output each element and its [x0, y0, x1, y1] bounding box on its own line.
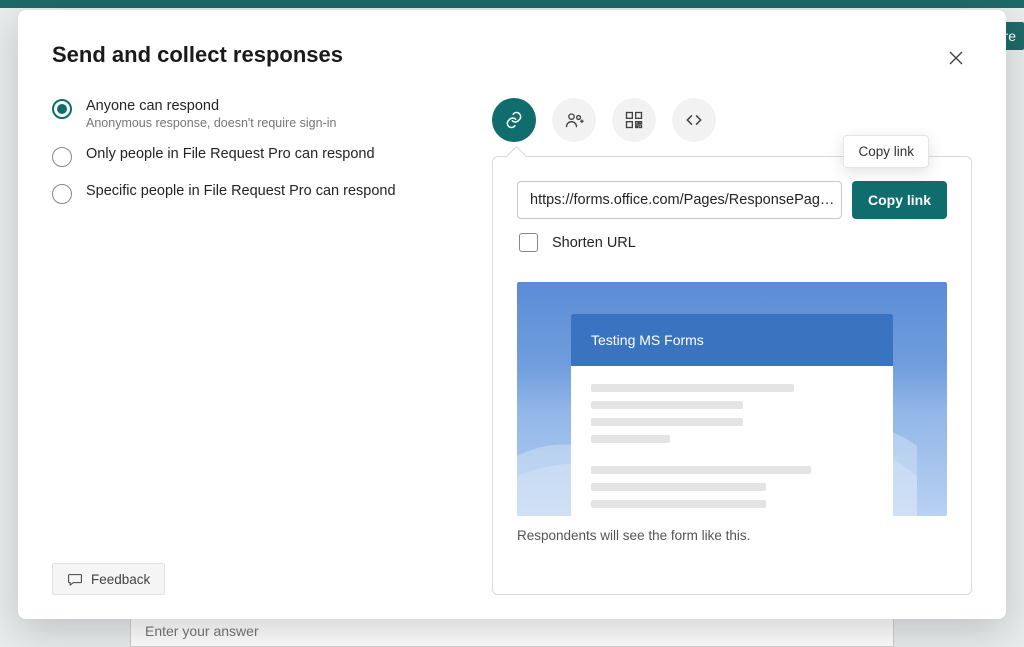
close-button[interactable]: [940, 42, 972, 74]
invite-icon: [564, 110, 584, 130]
audience-option-org[interactable]: Only people in File Request Pro can resp…: [52, 146, 452, 167]
audience-option-label: Only people in File Request Pro can resp…: [86, 146, 375, 162]
form-preview-card: Testing MS Forms: [571, 314, 893, 516]
embed-icon: [684, 110, 704, 130]
feedback-button[interactable]: Feedback: [52, 563, 165, 595]
share-link-panel: Copy link https://forms.office.com/Pages…: [492, 156, 972, 595]
chat-bubble-icon: [67, 571, 83, 587]
skeleton-line: [591, 466, 811, 474]
send-collect-modal: Send and collect responses Anyone can re…: [18, 10, 1006, 619]
radio-text: Anyone can respond Anonymous response, d…: [86, 98, 336, 130]
share-tab-invite[interactable]: [552, 98, 596, 142]
modal-title: Send and collect responses: [52, 42, 343, 68]
copy-link-button[interactable]: Copy link: [852, 181, 947, 219]
link-icon: [504, 110, 524, 130]
audience-option-label: Specific people in File Request Pro can …: [86, 183, 396, 199]
skeleton-line: [591, 435, 670, 443]
qr-icon: [624, 110, 644, 130]
feedback-label: Feedback: [91, 572, 150, 587]
radio-indicator: [52, 99, 72, 119]
form-preview-body: [571, 366, 893, 516]
radio-indicator: [52, 147, 72, 167]
audience-option-specific[interactable]: Specific people in File Request Pro can …: [52, 183, 452, 204]
close-icon: [948, 50, 964, 66]
shorten-url-label: Shorten URL: [552, 235, 636, 251]
form-preview-caption: Respondents will see the form like this.: [517, 528, 947, 543]
audience-column: Anyone can respond Anonymous response, d…: [52, 98, 452, 595]
bg-answer-placeholder: Enter your answer: [145, 623, 259, 639]
radio-indicator: [52, 184, 72, 204]
skeleton-line: [591, 384, 794, 392]
app-topbar-bg: [0, 0, 1024, 8]
form-preview-title: Testing MS Forms: [571, 314, 893, 366]
copy-link-tooltip: Copy link: [843, 135, 929, 168]
skeleton-line: [591, 483, 766, 491]
audience-option-desc: Anonymous response, doesn't require sign…: [86, 116, 336, 130]
form-preview: Testing MS Forms: [517, 282, 947, 543]
modal-body: Anyone can respond Anonymous response, d…: [52, 98, 972, 595]
radio-text: Specific people in File Request Pro can …: [86, 183, 396, 204]
share-tab-embed[interactable]: [672, 98, 716, 142]
share-tab-qr[interactable]: [612, 98, 656, 142]
share-column: Copy link https://forms.office.com/Pages…: [492, 98, 972, 595]
share-tab-link[interactable]: [492, 98, 536, 142]
modal-header: Send and collect responses: [52, 42, 972, 74]
audience-option-label: Anyone can respond: [86, 98, 336, 114]
url-row: https://forms.office.com/Pages/ResponseP…: [517, 181, 947, 219]
skeleton-line: [591, 418, 743, 426]
form-preview-canvas: Testing MS Forms: [517, 282, 947, 516]
audience-option-anyone[interactable]: Anyone can respond Anonymous response, d…: [52, 98, 452, 130]
share-url-input[interactable]: https://forms.office.com/Pages/ResponseP…: [517, 181, 842, 219]
skeleton-line: [591, 500, 766, 508]
shorten-url-row: Shorten URL: [519, 233, 947, 252]
feedback-row: Feedback: [52, 563, 452, 595]
skeleton-line: [591, 401, 743, 409]
radio-text: Only people in File Request Pro can resp…: [86, 146, 375, 167]
shorten-url-checkbox[interactable]: [519, 233, 538, 252]
bg-answer-input: Enter your answer: [130, 615, 894, 647]
audience-radio-group: Anyone can respond Anonymous response, d…: [52, 98, 452, 204]
